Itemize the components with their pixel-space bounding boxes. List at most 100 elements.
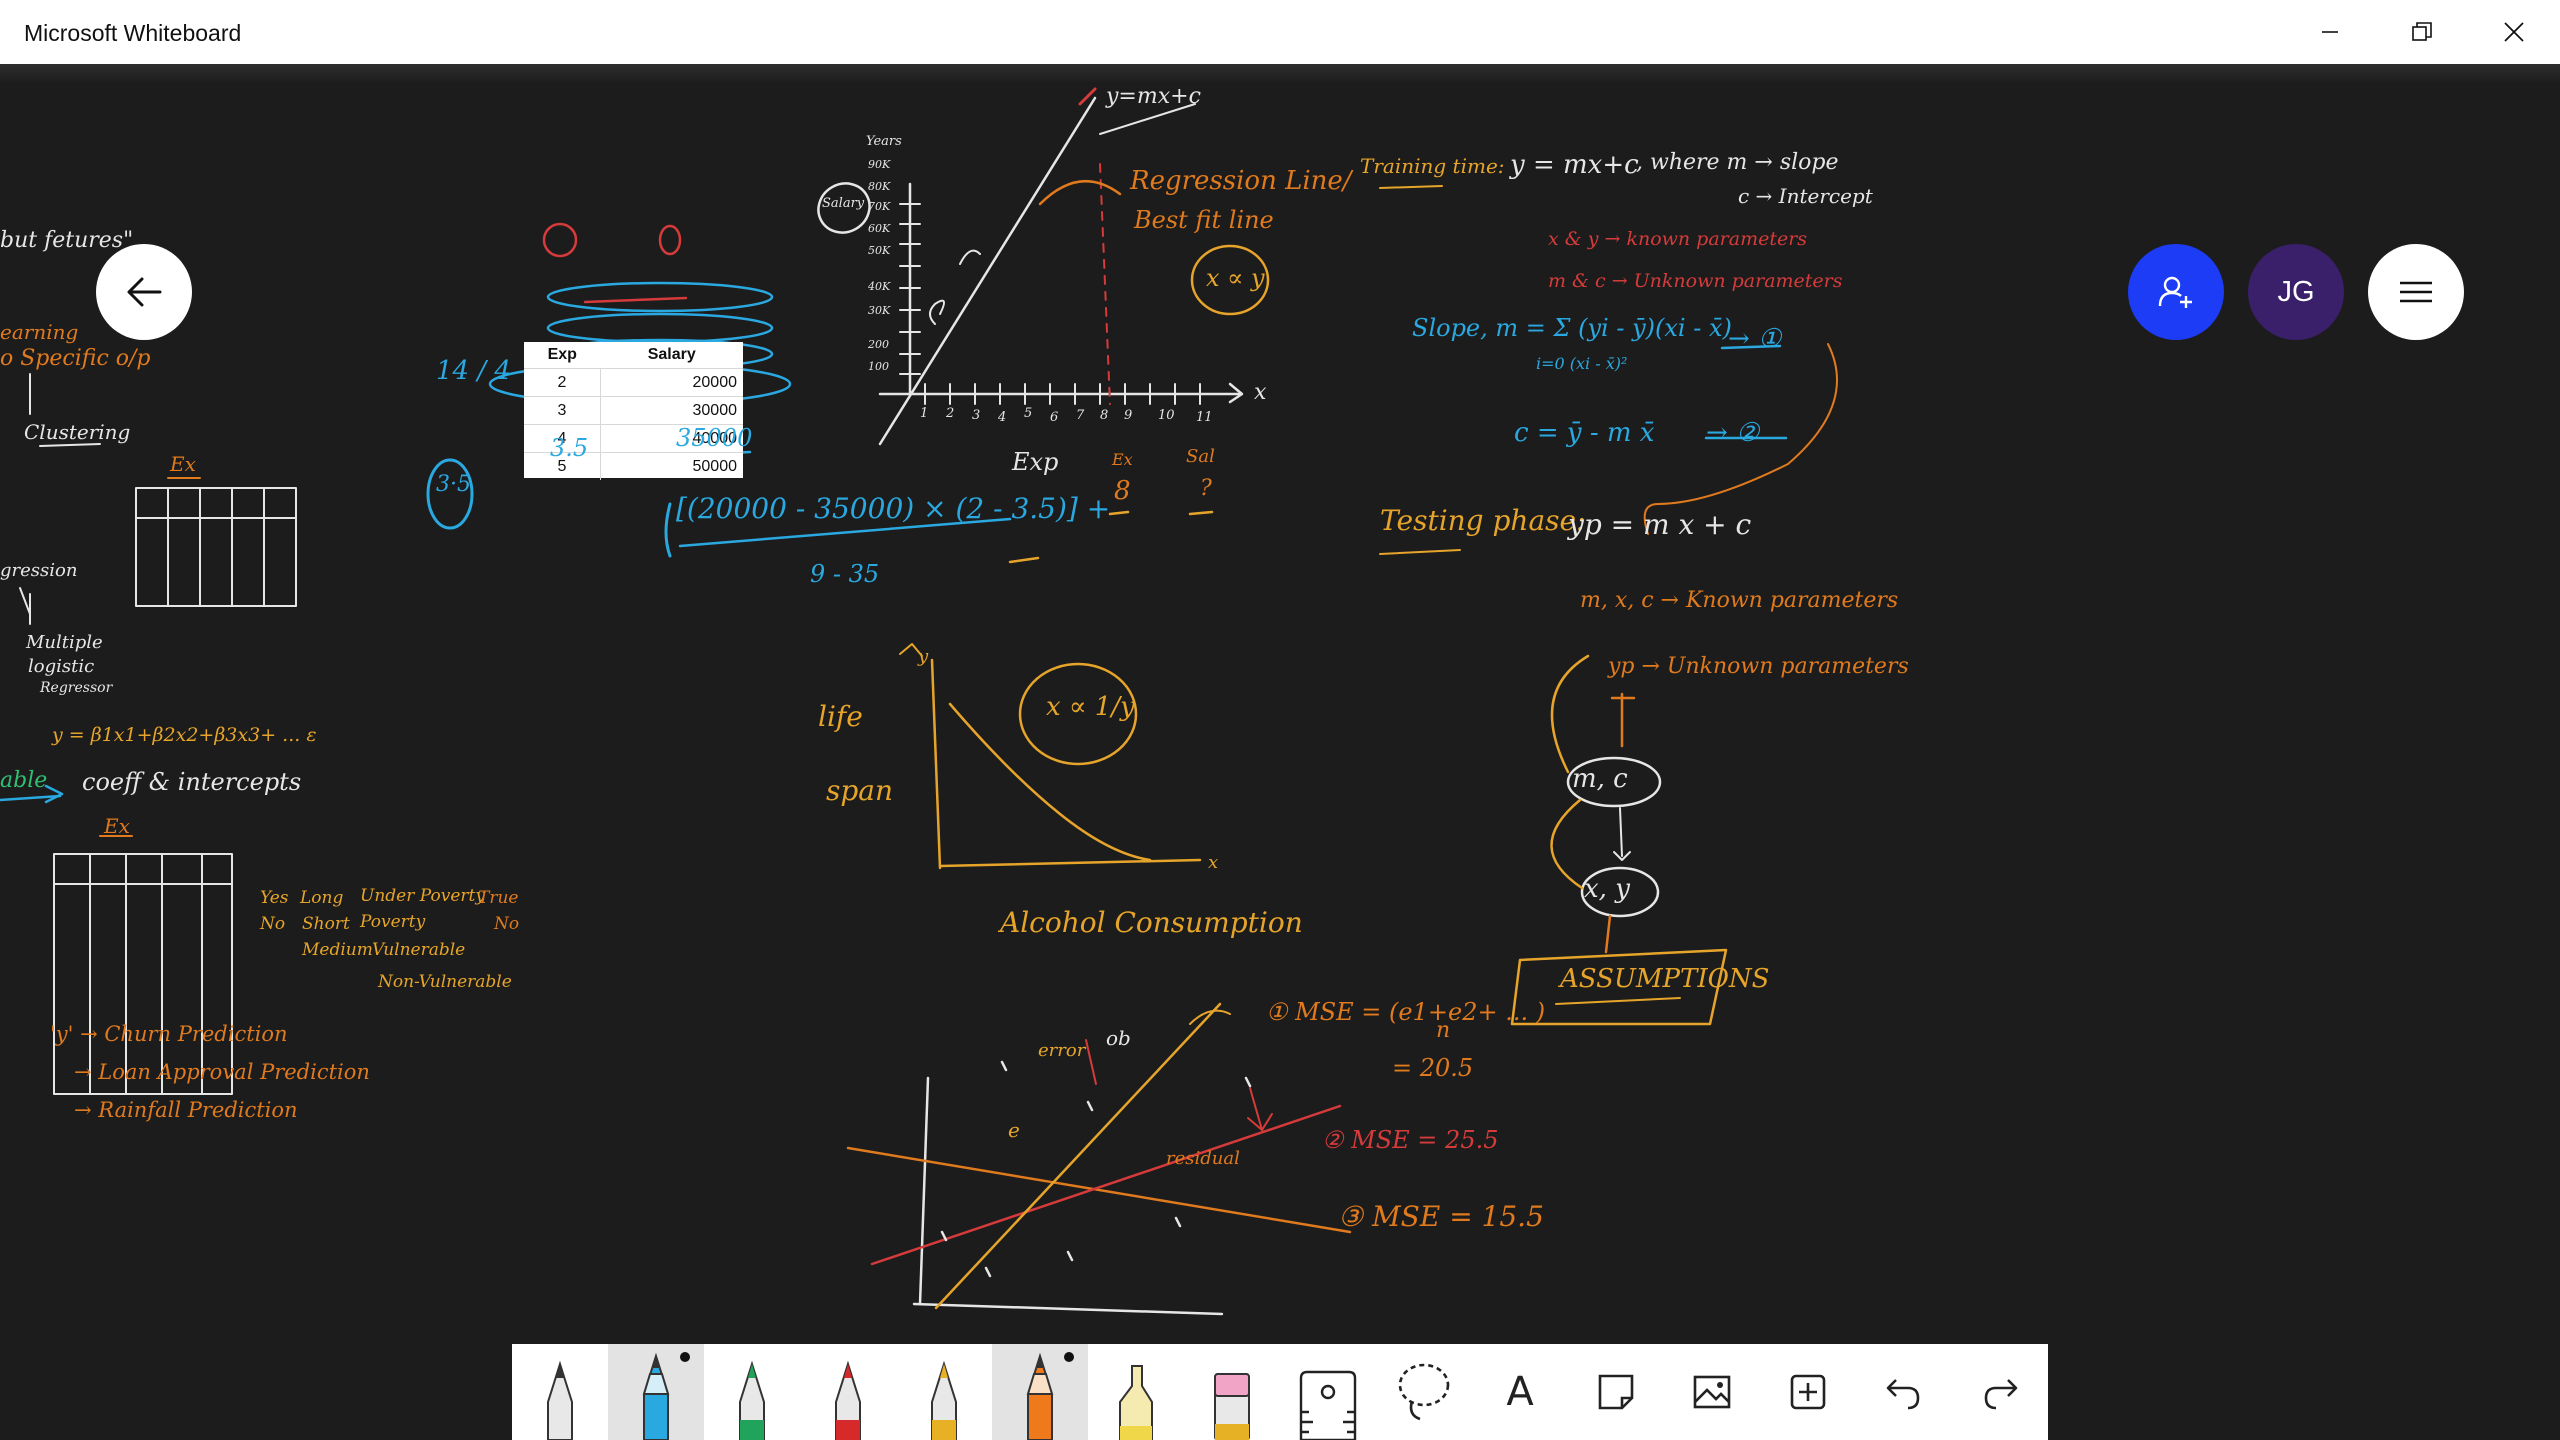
- ink-text: 2: [946, 406, 955, 421]
- ink-text: ob: [1106, 1026, 1131, 1050]
- ruler-icon: [1299, 1370, 1357, 1440]
- ink-text: n: [1436, 1018, 1451, 1043]
- ink-text: ② MSE = 25.5: [1322, 1126, 1499, 1154]
- pen-icon: [547, 1360, 573, 1440]
- lasso-tool[interactable]: [1376, 1344, 1472, 1440]
- image-icon: [1693, 1375, 1731, 1409]
- ink-text: logistic: [28, 656, 95, 677]
- undo-button[interactable]: [1856, 1344, 1952, 1440]
- pen-orange-tool[interactable]: [992, 1344, 1088, 1440]
- table-cell: 3: [524, 396, 601, 425]
- ink-text: Long: [300, 888, 344, 908]
- pen-icon: [931, 1360, 957, 1440]
- restore-icon: [2412, 22, 2432, 41]
- ink-text: ① MSE = (e1+e2+ ... ): [1266, 998, 1546, 1026]
- add-person-icon: [2158, 276, 2192, 308]
- ink-text: Exp: [1012, 448, 1059, 476]
- ink-text: 3.5: [550, 434, 589, 462]
- title-bar-shadow: [0, 64, 2560, 84]
- ink-text: Alcohol Consumption: [1000, 906, 1303, 939]
- ink-text: 11: [1196, 410, 1213, 425]
- table-cell: 30000: [600, 396, 743, 425]
- ink-text: 7: [1076, 408, 1085, 423]
- pen-icon: [642, 1352, 670, 1440]
- redo-button[interactable]: [1952, 1344, 2048, 1440]
- back-button[interactable]: [96, 244, 192, 340]
- ink-text: 50K: [868, 244, 891, 257]
- ink-text: 14 / 4: [436, 356, 511, 386]
- ink-text: e: [1008, 1118, 1020, 1142]
- ink-text: 35000: [676, 424, 753, 452]
- ink-text: Salary: [822, 196, 865, 211]
- pen-red-tool[interactable]: [800, 1344, 896, 1440]
- ink-text: Regressor: [40, 680, 113, 696]
- ink-text: Medium: [302, 940, 373, 960]
- highlighter-tool[interactable]: [1088, 1344, 1184, 1440]
- ink-text: 1: [920, 406, 929, 421]
- ink-text: y = β1x1+β2x2+β3x3+ ... ε: [52, 724, 317, 746]
- add-tool[interactable]: [1760, 1344, 1856, 1440]
- ink-text: → ①: [1728, 324, 1782, 354]
- pen-yellow-tool[interactable]: [896, 1344, 992, 1440]
- ink-text: Non-Vulnerable: [378, 972, 512, 992]
- app-title: Microsoft Whiteboard: [24, 20, 242, 46]
- text-icon: A: [1506, 1369, 1534, 1415]
- ink-text: No: [260, 914, 286, 934]
- ink-text: 8: [1100, 408, 1109, 423]
- ink-text: gression: [0, 560, 78, 581]
- table-cell: 20000: [600, 368, 743, 397]
- minimize-button[interactable]: [2284, 0, 2376, 64]
- image-tool[interactable]: [1664, 1344, 1760, 1440]
- ink-text: yp → Unknown parameters: [1608, 654, 1909, 679]
- ink-text: 9 - 35: [810, 560, 880, 588]
- invite-button[interactable]: [2128, 244, 2224, 340]
- ink-text: True: [478, 888, 519, 908]
- pen-icon: [1026, 1352, 1054, 1440]
- ink-text: Short: [302, 914, 350, 934]
- pen-green-tool[interactable]: [704, 1344, 800, 1440]
- ink-text: Training time:: [1360, 154, 1505, 178]
- ink-text: = 20.5: [1392, 1054, 1474, 1082]
- ink-text: Poverty: [360, 912, 426, 932]
- ink-text: ASSUMPTIONS: [1560, 964, 1770, 994]
- ink-text: 70K: [868, 200, 891, 213]
- ink-text: c → Intercept: [1738, 184, 1873, 208]
- ink-text: → Rainfall Prediction: [74, 1098, 298, 1122]
- ink-text: x, y: [1584, 874, 1630, 904]
- ink-text: 4: [998, 410, 1007, 425]
- ink-text: Clustering: [24, 420, 131, 444]
- ink-text: Years: [866, 134, 902, 149]
- avatar[interactable]: JG: [2248, 244, 2344, 340]
- ink-text: No: [494, 914, 520, 934]
- ink-text: 8: [1114, 476, 1131, 506]
- ink-text: but fetures": [0, 228, 134, 253]
- ruler-tool[interactable]: [1280, 1344, 1376, 1440]
- note-tool[interactable]: [1568, 1344, 1664, 1440]
- pen-blue-tool[interactable]: [608, 1344, 704, 1440]
- pen-white-tool[interactable]: [512, 1344, 608, 1440]
- text-tool[interactable]: A: [1472, 1344, 1568, 1440]
- eraser-icon: [1214, 1373, 1250, 1440]
- ink-text: 80K: [868, 180, 891, 193]
- eraser-tool[interactable]: [1184, 1344, 1280, 1440]
- ink-text: Vulnerable: [372, 940, 466, 960]
- ink-text: y=mx+c: [1106, 84, 1201, 109]
- ink-text: span: [826, 774, 894, 807]
- ink-text: able: [0, 768, 48, 793]
- close-button[interactable]: [2468, 0, 2560, 64]
- ink-text: coeff & intercepts: [82, 768, 302, 796]
- redo-icon: [1984, 1379, 2018, 1410]
- ink-text: y = mx+c: [1510, 150, 1639, 180]
- table-cell: 2: [524, 368, 601, 397]
- ink-text: m, x, c → Known parameters: [1580, 588, 1899, 613]
- whiteboard-canvas[interactable]: JG Exp Salary 2 20000 3 30000 4 40000 5 …: [0, 84, 2560, 1440]
- menu-button[interactable]: [2368, 244, 2464, 340]
- ink-text: → ②: [1706, 418, 1760, 448]
- ink-text: Yes: [260, 888, 289, 908]
- ink-text: x: [1254, 380, 1267, 405]
- ink-text: 3·5: [436, 472, 471, 497]
- ink-text: Under Poverty: [360, 886, 485, 906]
- restore-button[interactable]: [2376, 0, 2468, 64]
- minimize-icon: [2322, 31, 2338, 33]
- ink-text: → Loan Approval Prediction: [74, 1060, 370, 1084]
